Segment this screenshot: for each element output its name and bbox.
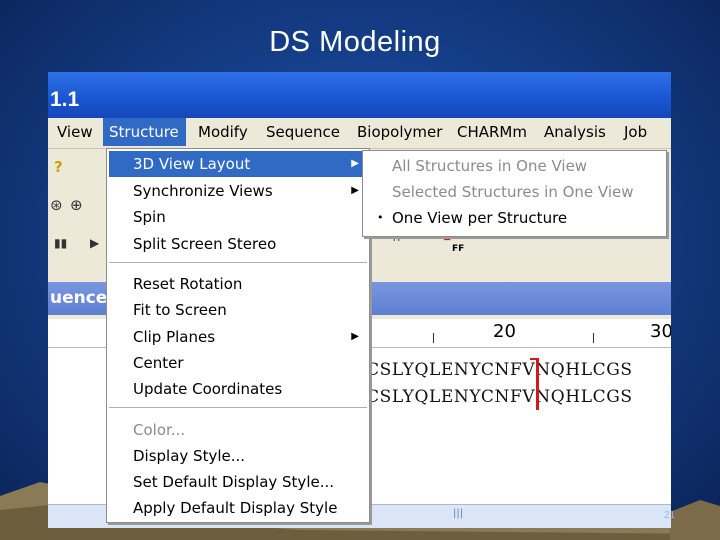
menu-item-synchronize-views[interactable]: Synchronize Views ▶ [109, 178, 367, 204]
toolbar-row-1: ? [48, 156, 108, 182]
menu-separator [109, 407, 367, 408]
submenu-item-selected-structures-one-view[interactable]: Selected Structures in One View [365, 179, 663, 205]
play-icon[interactable]: ▶ [90, 236, 99, 250]
toolbar-row-2: ⊛ ⊕ [48, 196, 108, 222]
menu-item-clip-planes[interactable]: Clip Planes ▶ [109, 324, 367, 350]
menu-job-control[interactable]: Job Co [618, 118, 671, 169]
menu-item-reset-rotation[interactable]: Reset Rotation [109, 271, 367, 297]
menu-item-spin[interactable]: Spin [109, 204, 367, 230]
menu-charmm[interactable]: CHARMm [451, 118, 533, 146]
menu-item-split-screen-stereo[interactable]: Split Screen Stereo [109, 231, 367, 257]
menu-biopolymer[interactable]: Biopolymer [351, 118, 448, 146]
menubar: View Structure Modify Sequence Biopolyme… [48, 118, 671, 169]
ruler-tick [593, 333, 594, 343]
menu-view[interactable]: View [51, 118, 99, 146]
submenu-item-all-structures-one-view[interactable]: All Structures in One View [365, 153, 663, 179]
menu-item-update-coordinates[interactable]: Update Coordinates [109, 376, 367, 402]
menu-item-apply-default-display-style[interactable]: Apply Default Display Style [109, 495, 367, 521]
submenu-arrow-icon: ▶ [351, 331, 359, 342]
sequence-cursor [536, 358, 539, 410]
layout-submenu: All Structures in One View Selected Stru… [362, 150, 667, 237]
app-window: 1.1 View Structure Modify Sequence Biopo… [48, 72, 671, 528]
ruler-mark-20: 20 [493, 321, 516, 342]
sequence-line-2[interactable]: CSLYQLENYCNFVNQHLCGS [366, 387, 633, 407]
menu-item-display-style[interactable]: Display Style... [109, 443, 367, 469]
submenu-arrow-icon: ▶ [351, 185, 359, 196]
submenu-arrow-icon: ▶ [351, 158, 359, 169]
menu-item-fit-to-screen[interactable]: Fit to Screen [109, 297, 367, 323]
menu-item-set-default-display-style[interactable]: Set Default Display Style... [109, 469, 367, 495]
structure-menu: 3D View Layout ▶ Synchronize Views ▶ Spi… [106, 148, 370, 523]
submenu-item-one-view-per-structure[interactable]: • One View per Structure [365, 205, 663, 231]
ff-label-2: FF [452, 244, 465, 254]
sequence-line-1[interactable]: CSLYQLENYCNFVNQHLCGS [366, 360, 633, 380]
toolbar-row-3: ▮▮ ▶ [48, 234, 108, 260]
help-icon[interactable]: ? [54, 158, 63, 176]
translate-icon[interactable]: ⊕ [70, 196, 83, 214]
menu-item-3d-view-layout[interactable]: 3D View Layout ▶ [109, 151, 367, 177]
menu-separator [109, 262, 367, 263]
slide-title: DS Modeling [269, 26, 441, 58]
rotate-icon[interactable]: ⊛ [50, 196, 63, 214]
menu-structure[interactable]: Structure [103, 118, 186, 146]
radio-bullet-icon: • [377, 211, 384, 224]
pause-icon[interactable]: ▮▮ [54, 236, 67, 250]
menu-sequence[interactable]: Sequence [260, 118, 346, 146]
window-title: 1.1 [50, 88, 80, 111]
cursor-bracket [530, 358, 539, 360]
page-number: 21 [664, 510, 676, 521]
menu-item-center[interactable]: Center [109, 350, 367, 376]
menu-analysis[interactable]: Analysis [538, 118, 612, 146]
scrollbar-grip-icon[interactable]: ||| [453, 508, 463, 519]
menu-modify[interactable]: Modify [192, 118, 254, 146]
ruler-mark-30: 30 [650, 321, 671, 342]
window-titlebar: 1.1 [48, 72, 671, 118]
ruler-tick [433, 333, 434, 343]
menu-item-color[interactable]: Color... [109, 417, 367, 443]
